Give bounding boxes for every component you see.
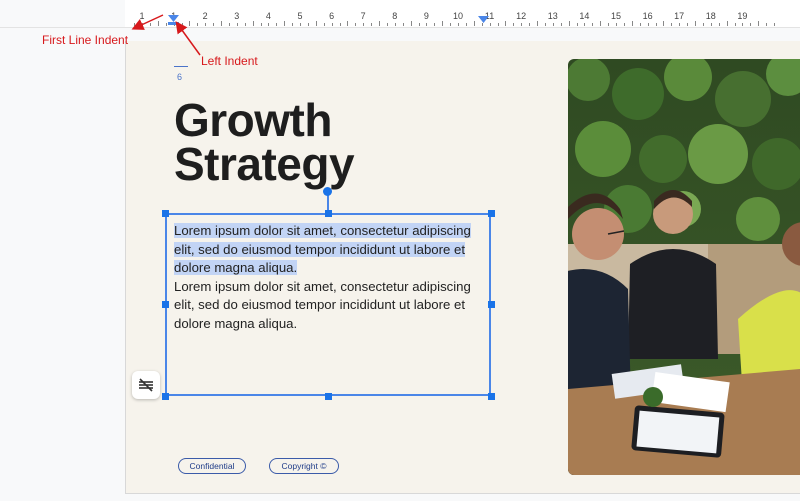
resize-handle-bottom-left[interactable] [162,393,169,400]
left-indent-annotation: Left Indent [201,54,258,68]
horizontal-ruler[interactable]: 112345678910111213141516171819 [0,0,800,28]
slide-title[interactable]: Growth Strategy [174,94,355,190]
rotation-handle[interactable] [323,187,332,196]
strikethrough-align-icon [139,378,153,392]
team-meeting-image[interactable] [568,59,800,475]
resize-handle-left[interactable] [162,301,169,308]
copyright-label[interactable]: Copyright © [269,458,339,474]
page-number-rule [174,66,188,67]
first-line-indent-marker[interactable] [168,15,179,22]
paragraph[interactable]: Lorem ipsum dolor sit amet, consectetur … [174,278,494,334]
resize-handle-bottom[interactable] [325,393,332,400]
first-line-indent-annotation: First Line Indent [42,33,129,47]
title-line-2: Strategy [174,138,355,190]
left-indent-marker[interactable] [168,22,179,25]
page-number: 6 [177,72,183,82]
resize-handle-bottom-right[interactable] [488,393,495,400]
body-text[interactable]: Lorem ipsum dolor sit amet, consectetur … [174,222,494,333]
resize-handle-top-left[interactable] [162,210,169,217]
resize-handle-top-right[interactable] [488,210,495,217]
resize-handle-top[interactable] [325,210,332,217]
right-indent-marker[interactable] [478,16,489,23]
title-line-1: Growth [174,94,332,146]
selected-paragraph[interactable]: Lorem ipsum dolor sit amet, consectetur … [174,223,471,275]
confidential-label[interactable]: Confidential [178,458,246,474]
side-toolbar-button[interactable] [132,371,160,399]
